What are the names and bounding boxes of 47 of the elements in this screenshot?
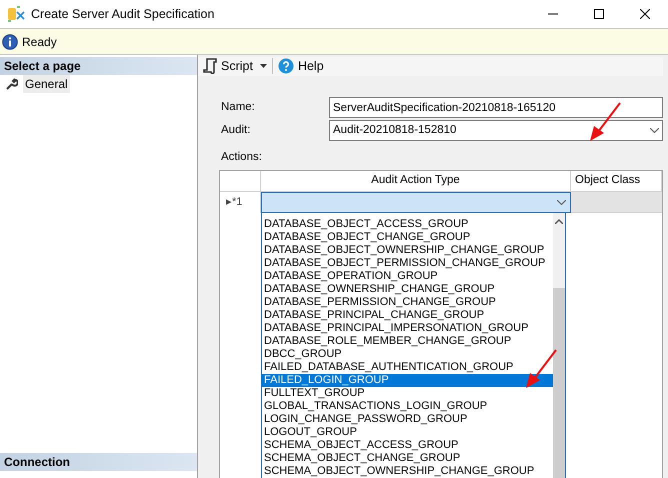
- chevron-down-icon: [650, 128, 659, 134]
- field-label: Audit:: [221, 123, 252, 138]
- column-header: Audit Action Type: [261, 171, 571, 191]
- field-label: Name:: [221, 100, 256, 116]
- app-icon: [7, 6, 25, 22]
- dropdown-item[interactable]: DATABASE_OBJECT_OWNERSHIP_CHANGE_GROUP: [262, 244, 553, 257]
- dropdown-item[interactable]: DATABASE_ROLE_MEMBER_CHANGE_GROUP: [262, 335, 553, 348]
- close-icon: [640, 9, 650, 19]
- annotation-arrow: [524, 349, 558, 389]
- name-input[interactable]: ServerAuditSpecification-20210818-165120: [329, 97, 663, 118]
- dropdown-item[interactable]: GLOBAL_TRANSACTIONS_LOGIN_GROUP: [262, 400, 553, 413]
- dropdown-item[interactable]: LOGOUT_GROUP: [262, 426, 553, 439]
- dropdown-item[interactable]: FULLTEXT_GROUP: [262, 387, 553, 400]
- window-title: Create Server Audit Specification: [31, 6, 214, 23]
- dropdown-item[interactable]: DATABASE_OBJECT_CHANGE_GROUP: [262, 231, 553, 244]
- actions-label: Actions:: [221, 150, 263, 165]
- maximize-icon: [594, 9, 604, 19]
- action-type-combo[interactable]: [261, 192, 571, 213]
- script-icon: [203, 58, 217, 74]
- script-button[interactable]: Script: [203, 57, 267, 76]
- annotation-arrow: [588, 102, 622, 142]
- dropdown-item[interactable]: FAILED_DATABASE_AUTHENTICATION_GROUP: [262, 361, 553, 374]
- dropdown-item[interactable]: LOGIN_CHANGE_PASSWORD_GROUP: [262, 413, 553, 426]
- connection-header: Connection: [0, 453, 197, 471]
- dropdown-item[interactable]: DATABASE_OBJECT_ACCESS_GROUP: [262, 218, 553, 231]
- audit-select[interactable]: Audit-20210818-152810: [329, 120, 663, 142]
- caret-icon: [260, 64, 267, 68]
- dropdown-item[interactable]: SCHEMA_OBJECT_CHANGE_GROUP: [262, 452, 553, 465]
- dropdown-item[interactable]: DATABASE_PRINCIPAL_IMPERSONATION_GROUP: [262, 322, 553, 335]
- wrench-icon: [6, 78, 18, 90]
- chevron-down-icon: [557, 200, 566, 205]
- dropdown-item[interactable]: FAILED_LOGIN_GROUP: [262, 374, 553, 387]
- dropdown-item[interactable]: SCHEMA_OBJECT_ACCESS_GROUP: [262, 439, 553, 452]
- chevron-up-icon: [555, 219, 563, 224]
- info-icon: [2, 34, 18, 50]
- sidebar-item[interactable]: General: [23, 75, 70, 93]
- column-header: Object Class: [571, 171, 662, 191]
- dropdown-item[interactable]: DATABASE_OWNERSHIP_CHANGE_GROUP: [262, 283, 553, 296]
- dropdown-item[interactable]: DBCC_GROUP: [262, 348, 553, 361]
- dropdown-item[interactable]: DATABASE_OPERATION_GROUP: [262, 270, 553, 283]
- help-button[interactable]: Help: [278, 57, 324, 76]
- dropdown-item[interactable]: DATABASE_PERMISSION_CHANGE_GROUP: [262, 296, 553, 309]
- dropdown-item[interactable]: DATABASE_OBJECT_PERMISSION_CHANGE_GROUP: [262, 257, 553, 270]
- dropdown-item[interactable]: DATABASE_PRINCIPAL_CHANGE_GROUP: [262, 309, 553, 322]
- dropdown-item[interactable]: SCHEMA_OBJECT_OWNERSHIP_CHANGE_GROUP: [262, 465, 553, 478]
- sidebar-header: Select a page: [0, 57, 197, 75]
- status-text: Ready: [22, 34, 57, 50]
